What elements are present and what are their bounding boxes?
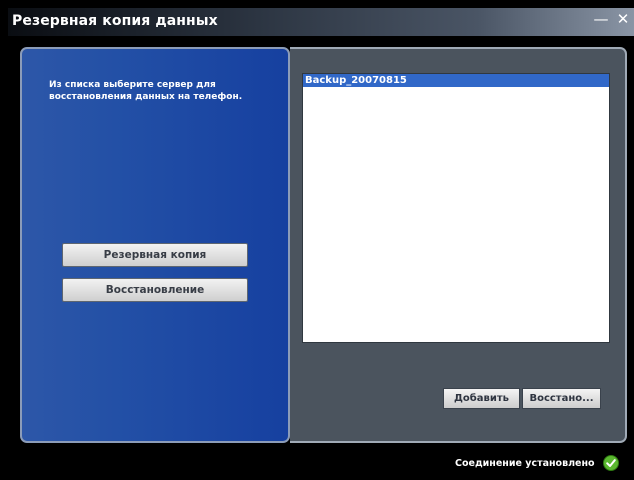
close-button[interactable]: ✕ (612, 8, 634, 30)
minimize-button[interactable]: — (590, 8, 612, 30)
close-icon: ✕ (616, 10, 630, 28)
connection-status-text: Соединение установлено (455, 458, 595, 469)
restore-small-button[interactable]: Восстано... (522, 388, 601, 409)
right-panel: Backup_20070815 Добавить Восстано... (290, 47, 627, 443)
backup-window: Резервная копия данных — ✕ Из списка выб… (0, 0, 634, 480)
title-bar[interactable]: Резервная копия данных — ✕ (8, 8, 634, 36)
instruction-text: Из списка выберите сервер для восстановл… (49, 80, 243, 102)
restore-button[interactable]: Восстановление (62, 278, 248, 302)
list-item[interactable]: Backup_20070815 (303, 74, 609, 87)
add-button[interactable]: Добавить (443, 388, 520, 409)
backup-button[interactable]: Резервная копия (62, 243, 248, 267)
left-panel: Из списка выберите сервер для восстановл… (20, 47, 290, 443)
minimize-icon: — (593, 10, 609, 28)
check-circle-icon (603, 455, 619, 471)
backup-server-list[interactable]: Backup_20070815 (302, 73, 610, 343)
window-title: Резервная копия данных (12, 13, 218, 29)
